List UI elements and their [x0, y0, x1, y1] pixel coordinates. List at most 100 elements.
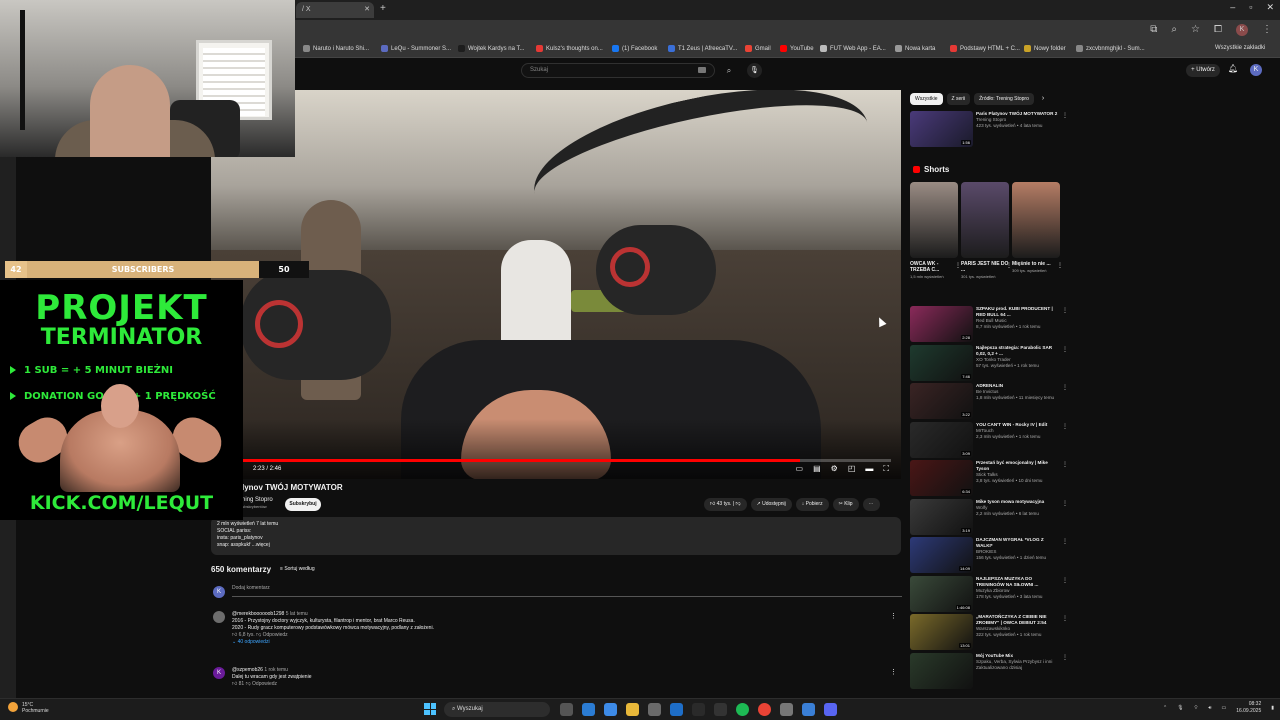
comment-author[interactable]: @szpemob26 [232, 667, 263, 673]
sort-comments-button[interactable]: ≡ Sortuj według [280, 566, 315, 572]
star-icon[interactable]: ☆ [1191, 24, 1200, 36]
search-icon[interactable]: ⌕ [721, 63, 737, 78]
more-options-icon[interactable]: ⋮ [1062, 307, 1068, 314]
reply-button[interactable]: Odpowiedz [263, 632, 288, 638]
cast-icon[interactable]: ⧉ [1150, 24, 1157, 36]
weather-widget[interactable]: 15°C Pochmurnie [8, 702, 49, 714]
extensions-icon[interactable]: ⧠ [1214, 24, 1222, 36]
chevron-right-icon[interactable]: › [1042, 93, 1044, 105]
more-options-icon[interactable]: ⋮ [890, 613, 897, 620]
subtitles-icon[interactable]: ▤ [813, 464, 821, 474]
short-item[interactable]: Mięśnie to nie ... 309 tys. wyświetleń ⋮ [1012, 182, 1063, 273]
miniplayer-icon[interactable]: ◰ [848, 464, 856, 474]
more-options-icon[interactable]: ⋮ [1062, 384, 1068, 391]
more-options-icon[interactable]: ⋮ [1062, 500, 1068, 507]
mic-icon[interactable]: 🎙︎ [747, 63, 762, 78]
notifications-icon[interactable]: ▮ [1271, 705, 1274, 711]
more-actions-icon[interactable]: ⋯ [862, 498, 880, 511]
app-icon[interactable] [780, 703, 793, 716]
bookmark-item[interactable]: T1 Zeus | AfreecaTV... [668, 45, 737, 52]
related-video[interactable]: 1:46:08 NAJLEPSZA MUZYKA DO TRENINGÓW NA … [910, 575, 1070, 614]
close-window-icon[interactable]: ✕ [1266, 2, 1274, 13]
related-video[interactable]: 7:46 Najlepsza strategia: Parabolic SAR 0… [910, 344, 1070, 383]
more-options-icon[interactable]: ⋮ [1062, 538, 1068, 545]
create-button[interactable]: + Utwórz [1186, 64, 1220, 77]
download-button[interactable]: ↓ Pobierz [795, 498, 829, 511]
related-video[interactable]: 1:56 Paris Platynov TWÓJ MOTYWATOR 2 Tre… [910, 111, 1070, 149]
like-button[interactable]: 👍︎ 43 tys. | 👎︎ [704, 498, 747, 511]
all-bookmarks-button[interactable]: Wszystkie zakładki [1215, 45, 1265, 51]
discord-icon[interactable] [824, 703, 837, 716]
browser-tab[interactable]: / X ✕ [296, 2, 374, 18]
volume-icon[interactable]: 🔊︎ [1208, 705, 1211, 711]
file-explorer-icon[interactable] [626, 703, 639, 716]
bookmark-item[interactable]: Naruto i Naruto Shi... [303, 45, 369, 52]
short-item[interactable]: OWCA WK - TRZEBA C... 1,5 mln wyświetleń ⋮ [910, 182, 961, 279]
avatar[interactable]: K [213, 667, 225, 679]
terminal-icon[interactable] [714, 703, 727, 716]
more-options-icon[interactable]: ⋮ [1062, 346, 1068, 353]
bookmark-item[interactable]: zxcvbnmghjkl - Sum... [1076, 45, 1145, 52]
fullscreen-icon[interactable]: ⛶ [883, 464, 889, 474]
docs-icon[interactable] [802, 703, 815, 716]
add-comment-field[interactable]: K Dodaj komentarz [211, 584, 902, 600]
maximize-icon[interactable]: ▫ [1249, 2, 1252, 13]
more-options-icon[interactable]: ⋮ [1062, 112, 1068, 119]
spotify-icon[interactable] [736, 703, 749, 716]
bookmark-item[interactable]: Kulsz's thoughts on... [536, 45, 603, 52]
new-tab-icon[interactable]: + [380, 3, 386, 14]
filter-chip[interactable]: Z serii [946, 93, 971, 105]
thumbs-down-icon[interactable]: 👎︎ [255, 632, 263, 638]
more-options-icon[interactable]: ⋮ [1062, 577, 1068, 584]
related-video[interactable]: 3:19 Mike tyson mowa motywacyjna Wolfy 2,2 … [910, 498, 1070, 537]
related-video[interactable]: 3:09 YOU CAN'T WIN - Rocky IV | Edit MrTou… [910, 421, 1070, 460]
chrome-icon[interactable] [758, 703, 771, 716]
short-item[interactable]: PARIS JEST NIE DO ... 301 tys. wyświetleń… [961, 182, 1012, 279]
bookmark-item[interactable]: Podstawy HTML + C... [950, 45, 1020, 52]
related-video[interactable]: 3:22 ADRENALIN Be Invictus 1,8 mln wyświetl… [910, 383, 1070, 421]
more-options-icon[interactable]: ⋮ [1062, 423, 1068, 430]
copilot-icon[interactable] [604, 703, 617, 716]
avatar[interactable] [213, 611, 225, 623]
video-description[interactable]: 2 mln wyświetleń 7 lat temu SOCIAL paris… [211, 517, 901, 555]
channel-name[interactable]: ning Stopro [242, 497, 273, 503]
related-video[interactable]: Mój YouTube Mix Szpaku, Verba, Sylwia Prz… [910, 652, 1070, 691]
keyboard-icon[interactable] [698, 67, 706, 73]
more-options-icon[interactable]: ⋮ [890, 669, 897, 676]
clock[interactable]: 08:32 16.09.2025 [1236, 701, 1261, 715]
related-video[interactable]: 6:34 Przestań być emocjonalny | Mike Tyso… [910, 460, 1070, 498]
search-input[interactable]: Szukaj [521, 63, 715, 78]
vscode-icon[interactable] [670, 703, 683, 716]
taskbar-search[interactable]: ⌕ Wyszukaj [444, 702, 550, 717]
bookmark-item[interactable]: YouTube [780, 45, 814, 52]
more-options-icon[interactable]: ⋮ [1057, 262, 1063, 269]
channel-info[interactable]: ning Stopro ubskrybentów [242, 497, 273, 509]
outlook-icon[interactable] [582, 703, 595, 716]
theater-mode-icon[interactable]: ▬ [865, 464, 873, 474]
settings-gear-icon[interactable]: ⚙ [831, 464, 838, 474]
zoom-icon[interactable]: ⌕ [1171, 24, 1177, 36]
more-options-icon[interactable]: ⋮ [1062, 654, 1068, 661]
share-button[interactable]: ↗ Udostępnij [750, 498, 792, 511]
close-tab-icon[interactable]: ✕ [364, 5, 370, 13]
reply-button[interactable]: Odpowiedz [252, 681, 277, 687]
video-progress-bar[interactable] [241, 459, 891, 462]
menu-icon[interactable]: ⋮ [1262, 24, 1272, 36]
related-video[interactable]: 13:01 „MARATOŃCZYKA Z CIEBIE NIE ZROBIMY"… [910, 614, 1070, 652]
filter-chip[interactable]: Wszystkie [910, 93, 943, 105]
bookmark-item[interactable]: Nowy folder [1024, 45, 1066, 52]
video-player[interactable]: 2:23 / 2:46 ▭ ▤ ⚙ ◰ ▬ ⛶ [211, 90, 901, 479]
profile-icon[interactable]: K [1236, 24, 1248, 36]
mic-tray-icon[interactable]: 🎙︎ [1177, 705, 1183, 711]
bookmark-item[interactable]: Wojtek Kardys na T... [458, 45, 524, 52]
filter-chip[interactable]: Źródło: Trening Stopro [974, 93, 1034, 105]
thumbs-up-icon[interactable]: 👍︎ [232, 632, 239, 638]
minimize-icon[interactable]: – [1230, 2, 1235, 13]
comment-author[interactable]: @merekboooooob1298 [232, 611, 284, 617]
thumbs-up-icon[interactable]: 👍︎ [232, 681, 239, 687]
clip-button[interactable]: ✂ Klip [832, 498, 859, 511]
show-replies-button[interactable]: ⌄ 40 odpowiedzi [232, 639, 872, 646]
task-view-icon[interactable] [560, 703, 573, 716]
bookmark-item[interactable]: FUT Web App - EA... [820, 45, 886, 52]
bookmark-item[interactable]: LeQu - Summoner S... [381, 45, 451, 52]
